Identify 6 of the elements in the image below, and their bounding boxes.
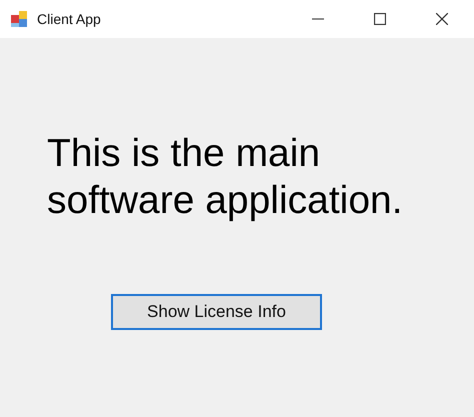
- show-license-button[interactable]: Show License Info: [111, 294, 322, 330]
- app-icon: [10, 10, 28, 28]
- maximize-icon[interactable]: [374, 13, 386, 25]
- window-title: Client App: [37, 11, 101, 27]
- close-icon[interactable]: [436, 13, 448, 25]
- main-message: This is the main software application.: [47, 131, 404, 224]
